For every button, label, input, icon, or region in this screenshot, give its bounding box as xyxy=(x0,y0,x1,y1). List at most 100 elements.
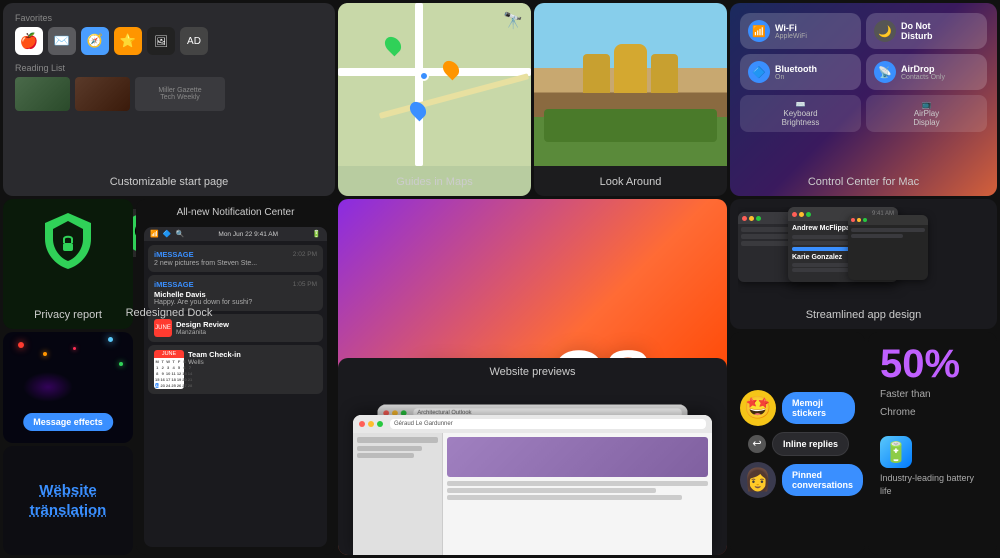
control-center-label: Control Center for Mac xyxy=(730,176,997,188)
airdrop-control[interactable]: 📡 AirDrop Contacts Only xyxy=(866,54,987,90)
moon-icon: 🌙 xyxy=(874,20,896,42)
effects-badge: Message effects xyxy=(23,413,113,431)
cc-middle-row: 🔷 Bluetooth On 📡 AirDrop Contacts Only xyxy=(740,54,987,90)
wifi-control[interactable]: 📶 Wi-Fi AppleWiFi xyxy=(740,13,861,49)
notif-body-2: Happy. Are you down for sushi? xyxy=(154,299,317,306)
d10: 3 xyxy=(166,365,170,370)
translation-content: Wëbsitetränslation xyxy=(30,481,107,520)
d25: 18 xyxy=(171,377,175,382)
wifi-icon: 📶 xyxy=(748,20,770,42)
d23: 16 xyxy=(160,377,164,382)
map-road-h xyxy=(338,68,531,76)
cal-event-2: Team Check-in Wells xyxy=(188,350,241,366)
bt-label: Bluetooth xyxy=(775,64,817,74)
d28: 21 xyxy=(188,377,192,382)
favorites-icons: 🍎 ✉️ 🧭 ⭐ 🖼 AD xyxy=(15,27,323,55)
d13: 6 xyxy=(182,365,186,370)
perf-number: 50% xyxy=(880,344,985,384)
reading-thumb-3: Miller GazetteTech Weekly xyxy=(135,77,225,111)
website-previews-cell: Website previews Architectural Outlook xyxy=(338,358,727,555)
performance-cell: 50% Faster than Chrome 🔋 Industry-leadin… xyxy=(868,332,997,555)
favorites-label: Favorites xyxy=(15,13,323,23)
notif-item-2: iMESSAGE 1:05 PM Michelle Davis Happy. A… xyxy=(148,275,323,311)
win3-min xyxy=(857,218,861,222)
wifi-text: Wi-Fi AppleWiFi xyxy=(775,23,807,40)
notif-center-label: All-new Notification Center xyxy=(136,207,335,218)
d29: 22 xyxy=(155,383,159,388)
win2-max xyxy=(806,212,811,217)
calendar-widget-2: JUNE MTWTFSS 1234567 891011121314 151617… xyxy=(148,345,323,394)
d11: 4 xyxy=(171,365,175,370)
d34: 27 xyxy=(182,383,186,388)
privacy-report-cell: Privacy report xyxy=(3,199,133,329)
map-pin-green xyxy=(382,33,405,56)
d27: 20 xyxy=(182,377,186,382)
airdrop-text: AirDrop Contacts Only xyxy=(901,64,945,81)
win2-close xyxy=(792,212,797,217)
website-translation-cell: Wëbsitetränslation xyxy=(3,446,133,555)
notif-body-1: 2 new pictures from Steven Ste... xyxy=(154,260,317,267)
spark-2 xyxy=(43,352,47,356)
inline-replies-bubble: Inline replies xyxy=(772,432,849,456)
cal-month-2: JUNE xyxy=(154,350,184,358)
dnd-control[interactable]: 🌙 Do Not Disturb xyxy=(866,13,987,49)
keyboard-brightness-control[interactable]: ⌨️ KeyboardBrightness xyxy=(740,95,861,132)
message-effects-cell: Message effects xyxy=(3,332,133,443)
cal-event-1-title: Design Review xyxy=(176,320,229,329)
airplay-icon: 📺 xyxy=(871,100,982,109)
bf-s1 xyxy=(357,437,438,443)
look-around-cell: Look Around xyxy=(534,3,727,196)
notif-time-2: 1:05 PM xyxy=(293,281,317,288)
airplay-control[interactable]: 📺 AirPlayDisplay xyxy=(866,95,987,132)
map-road-diag xyxy=(378,73,529,119)
website-previews-label: Website previews xyxy=(490,366,576,378)
airdrop-icon: 📡 xyxy=(874,61,896,83)
privacy-shield-icon xyxy=(43,211,93,271)
bt-status-icon: 🔷 xyxy=(163,230,172,238)
airdrop-status: Contacts Only xyxy=(901,74,945,81)
d30: 23 xyxy=(160,383,164,388)
notif-item-1-header: iMESSAGE 2:02 PM xyxy=(154,250,317,259)
main-grid: Favorites 🍎 ✉️ 🧭 ⭐ 🖼 AD Reading List Mil… xyxy=(0,0,1000,558)
notification-center-cell: All-new Notification Center 📶 🔷 🔍 Mon Ju… xyxy=(136,199,335,555)
star-icon: ⭐ xyxy=(114,27,142,55)
cal-item-2: JUNE MTWTFSS 1234567 891011121314 151617… xyxy=(154,350,317,389)
reading-thumb-2 xyxy=(75,77,130,111)
dnd-label2: Disturb xyxy=(901,31,933,41)
notif-menubar: 📶 🔷 🔍 Mon Jun 22 9:41 AM 🔋 xyxy=(144,227,327,241)
trees xyxy=(544,109,718,142)
d12: 5 xyxy=(177,365,181,370)
d2: T xyxy=(160,359,164,364)
d26: 19 xyxy=(177,377,181,382)
inline-replies-row: ↩ Inline replies xyxy=(748,432,855,456)
perf-chrome-label: Chrome xyxy=(880,406,985,420)
bf-sidebar xyxy=(353,433,443,555)
win3-row1 xyxy=(851,228,925,232)
d22: 15 xyxy=(155,377,159,382)
win3-titlebar xyxy=(848,215,928,225)
perf-faster-label: Faster than xyxy=(880,388,985,402)
notif-sender-2: Michelle Davis xyxy=(154,290,317,299)
messages-cell: 🤩 Memoji stickers ↩ Inline replies 👩 Pin… xyxy=(730,332,865,555)
win1-close xyxy=(742,216,747,221)
bluetooth-text: Bluetooth On xyxy=(775,64,817,81)
memoji-row: 🤩 Memoji stickers xyxy=(740,390,855,426)
app-window-3 xyxy=(848,215,928,280)
safari-fav-icon: 🧭 xyxy=(81,27,109,55)
privacy-shield-container xyxy=(43,211,93,276)
d24: 17 xyxy=(166,377,170,382)
control-center-cell: 📶 Wi-Fi AppleWiFi 🌙 Do Not Disturb xyxy=(730,3,997,196)
notif-items: iMESSAGE 2:02 PM 2 new pictures from Ste… xyxy=(144,241,327,401)
reply-icon: ↩ xyxy=(748,435,766,453)
bluetooth-control[interactable]: 🔷 Bluetooth On xyxy=(740,54,861,90)
cal-event-2-sub: Wells xyxy=(188,359,241,366)
translation-display-text: Wëbsitetränslation xyxy=(30,481,107,520)
effects-badge-text: Message effects xyxy=(23,413,113,431)
app-design-view: 9:41 AM Andrew McFlippan Karie Gonzalez xyxy=(738,207,989,299)
wifi-status: 📶 xyxy=(150,230,159,238)
airdrop-label: AirDrop xyxy=(901,64,945,74)
d19: 12 xyxy=(177,371,181,376)
spark-5 xyxy=(73,347,76,350)
notif-status-icons: 📶 🔷 🔍 xyxy=(150,230,184,238)
airplay-label: AirPlayDisplay xyxy=(871,109,982,127)
